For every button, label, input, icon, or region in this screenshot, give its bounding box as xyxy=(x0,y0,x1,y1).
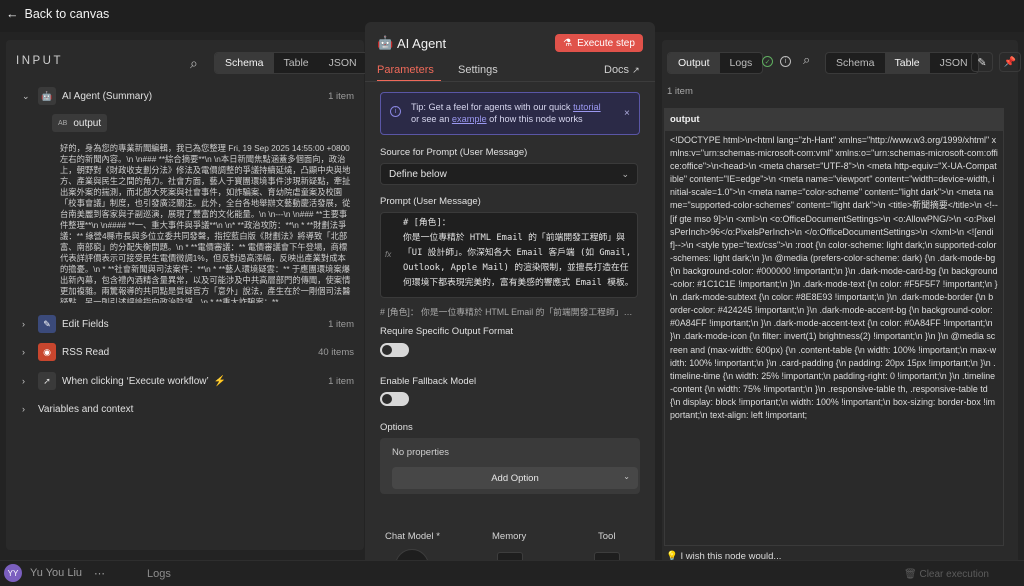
back-to-canvas-button[interactable]: ← Back to canvas xyxy=(6,4,109,24)
add-option-button[interactable]: Add Option ⌄ xyxy=(392,467,638,489)
text-type-icon: AB xyxy=(58,119,68,127)
output-field-value: 好的，身為您的專業新聞編輯，我已為您整理 Fri, 19 Sep 2025 14… xyxy=(60,143,351,303)
user-menu[interactable]: YY Yu You Liu ⋯ xyxy=(0,560,140,586)
output-cell-value: <!DOCTYPE html>\n<html lang="zh-Hant" xm… xyxy=(670,135,998,420)
item-count: 1 item xyxy=(328,90,354,102)
output-logs-switcher: Output Logs xyxy=(667,52,764,74)
tab-json[interactable]: JSON xyxy=(319,53,367,73)
fallback-label: Enable Fallback Model xyxy=(380,376,477,387)
external-link-icon: ↗ xyxy=(632,65,640,75)
item-count: 40 items xyxy=(318,346,354,358)
add-option-label: Add Option xyxy=(491,472,539,484)
execute-step-label: Execute step xyxy=(577,37,635,49)
tab-parameters[interactable]: Parameters xyxy=(377,64,434,76)
source-select[interactable]: Define below ⌄ xyxy=(380,163,638,185)
prompt-editor-text[interactable]: # [角色]： 你是一位專精於 HTML Email 的「前端開發工程師」與「U… xyxy=(403,216,635,296)
tip-text: Tip: Get a feel for agents with our quic… xyxy=(411,101,616,125)
tab-settings[interactable]: Settings xyxy=(458,64,498,76)
chevron-right-icon[interactable]: › xyxy=(22,376,38,386)
info-icon[interactable]: i xyxy=(780,56,791,67)
tab-table[interactable]: Table xyxy=(274,53,319,73)
cursor-icon: ➚ xyxy=(38,372,56,390)
node-title[interactable]: AI Agent xyxy=(397,36,446,51)
rss-icon: ◉ xyxy=(38,343,56,361)
chevron-down-icon[interactable]: ⌄ xyxy=(22,91,38,102)
require-format-toggle[interactable] xyxy=(380,343,409,357)
tip-prefix: Tip: Get a feel for agents with our quic… xyxy=(411,102,571,112)
search-icon[interactable]: ⌕ xyxy=(190,55,198,72)
output-field-chip[interactable]: AB output xyxy=(52,114,108,132)
no-properties-text: No properties xyxy=(392,447,450,458)
tab-schema[interactable]: Schema xyxy=(215,53,274,73)
fallback-toggle[interactable] xyxy=(380,392,409,406)
tab-table[interactable]: Table xyxy=(884,53,930,73)
logs-label[interactable]: Logs xyxy=(147,568,171,580)
prompt-label: Prompt (User Message) xyxy=(380,196,481,207)
source-select-value: Define below xyxy=(389,169,447,180)
chevron-right-icon[interactable]: › xyxy=(22,347,38,357)
tree-item-variables-context[interactable]: › Variables and context xyxy=(22,399,362,419)
output-field-label: output xyxy=(73,117,102,129)
require-format-label: Require Specific Output Format xyxy=(380,326,514,337)
prompt-preview: # [角色]： 你是一位專精於 HTML Email 的「前端開發工程師」與「U… xyxy=(380,307,640,317)
tree-item-manual-trigger[interactable]: › ➚ When clicking ‘Execute workflow’ ⚡ 1… xyxy=(22,371,362,391)
output-view-switcher: Schema Table JSON xyxy=(825,52,979,74)
chevron-down-icon: ⌄ xyxy=(623,472,630,481)
execute-step-button[interactable]: ⚗ Execute step xyxy=(555,34,643,52)
avatar: YY xyxy=(4,564,22,582)
source-label: Source for Prompt (User Message) xyxy=(380,147,528,158)
output-item-count: 1 item xyxy=(667,86,693,97)
tree-item-label: AI Agent (Summary) xyxy=(62,90,153,102)
memory-label: Memory xyxy=(492,531,527,542)
tip-middle: or see an xyxy=(411,114,450,124)
tip-suffix: of how this node works xyxy=(489,114,583,124)
tree-item-label: RSS Read xyxy=(62,346,110,358)
options-label: Options xyxy=(380,422,413,433)
tab-docs[interactable]: Docs ↗ xyxy=(604,64,640,76)
chevron-right-icon[interactable]: › xyxy=(22,404,38,414)
tab-logs[interactable]: Logs xyxy=(720,53,763,73)
robot-icon: 🤖 xyxy=(377,35,394,50)
docs-label: Docs xyxy=(604,64,630,76)
info-icon: i xyxy=(390,106,401,117)
tree-item-label: Variables and context xyxy=(38,403,134,415)
pencil-icon: ✎ xyxy=(38,315,56,333)
example-link[interactable]: example xyxy=(452,114,487,124)
lightning-icon: ⚡ xyxy=(213,375,227,387)
robot-icon: 🤖 xyxy=(38,87,56,105)
expression-icon: fx xyxy=(385,250,392,259)
tree-item-label: Edit Fields xyxy=(62,318,109,330)
input-panel-title: INPUT xyxy=(16,55,63,67)
flask-icon: ⚗ xyxy=(563,37,573,49)
tabs-divider xyxy=(365,81,655,82)
trash-icon: 🗑 xyxy=(904,569,917,580)
input-view-switcher: Schema Table JSON xyxy=(214,52,368,74)
back-to-canvas-label: Back to canvas xyxy=(24,7,110,21)
tutorial-link[interactable]: tutorial xyxy=(573,102,601,112)
search-icon[interactable]: ⌕ xyxy=(803,52,810,68)
close-icon[interactable]: × xyxy=(624,108,630,119)
success-check-icon: ✓ xyxy=(762,56,773,67)
tab-schema[interactable]: Schema xyxy=(826,53,885,73)
pin-icon[interactable]: 📌 xyxy=(999,52,1021,72)
clear-execution-button[interactable]: 🗑 Clear execution xyxy=(904,569,989,580)
tree-item-ai-agent-summary[interactable]: ⌄ 🤖 AI Agent (Summary) 1 item xyxy=(22,86,362,106)
chevron-right-icon[interactable]: › xyxy=(22,319,38,329)
tree-item-rss-read[interactable]: › ◉ RSS Read 40 items xyxy=(22,342,362,362)
chat-model-label: Chat Model * xyxy=(385,531,440,542)
table-cell[interactable]: <!DOCTYPE html>\n<html lang="zh-Hant" xm… xyxy=(664,130,1004,546)
chevron-down-icon: ⌄ xyxy=(621,169,629,179)
tool-label: Tool xyxy=(598,531,616,542)
user-name: Yu You Liu xyxy=(30,567,83,579)
table-column-header: output xyxy=(664,108,1004,130)
clear-execution-label: Clear execution xyxy=(919,569,989,580)
tree-item-edit-fields[interactable]: › ✎ Edit Fields 1 item xyxy=(22,314,362,334)
tree-item-label: When clicking ‘Execute workflow’ xyxy=(62,375,209,387)
edit-icon[interactable]: ✎ xyxy=(971,52,993,72)
item-count: 1 item xyxy=(328,375,354,387)
more-icon[interactable]: ⋯ xyxy=(94,567,105,580)
tab-output[interactable]: Output xyxy=(668,53,720,73)
arrow-left-icon: ← xyxy=(6,7,19,21)
item-count: 1 item xyxy=(328,318,354,330)
